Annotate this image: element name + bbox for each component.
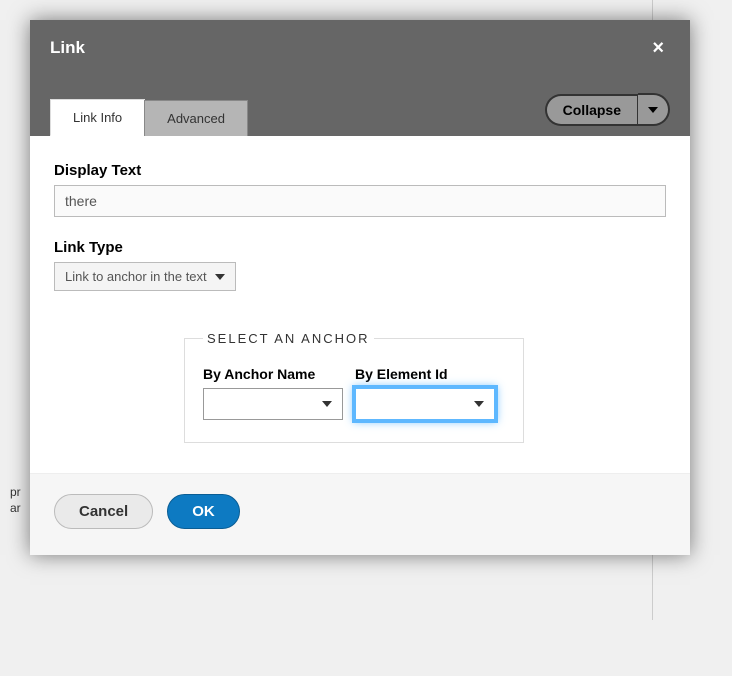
dialog-footer: Cancel OK — [30, 473, 690, 555]
link-type-label: Link Type — [54, 239, 666, 256]
chevron-down-icon — [215, 274, 225, 280]
anchor-legend: Select an anchor — [203, 331, 374, 346]
ok-button[interactable]: OK — [167, 494, 240, 529]
cancel-button[interactable]: Cancel — [54, 494, 153, 529]
anchor-id-select[interactable] — [355, 388, 495, 420]
collapse-dropdown-toggle[interactable] — [638, 93, 670, 126]
dialog-header: Link × — [30, 20, 690, 76]
tab-bar: Link Info Advanced Collapse — [30, 76, 690, 136]
link-type-value: Link to anchor in the text — [65, 269, 207, 284]
chevron-down-icon — [322, 401, 332, 407]
anchor-row: By Anchor Name By Element Id — [203, 366, 505, 420]
link-dialog: Link × Link Info Advanced Collapse Displ… — [30, 20, 690, 555]
background-text-snippet: pr ar — [10, 485, 21, 516]
anchor-id-label: By Element Id — [355, 366, 495, 382]
chevron-down-icon — [648, 107, 658, 113]
dialog-body: Display Text Link Type Link to anchor in… — [30, 136, 690, 473]
dialog-title: Link — [50, 38, 85, 58]
anchor-id-column: By Element Id — [355, 366, 495, 420]
anchor-name-select[interactable] — [203, 388, 343, 420]
display-text-label: Display Text — [54, 162, 666, 179]
tab-advanced[interactable]: Advanced — [144, 100, 248, 136]
chevron-down-icon — [474, 401, 484, 407]
tabs: Link Info Advanced — [50, 99, 247, 136]
collapse-button[interactable]: Collapse — [545, 94, 638, 126]
anchor-name-label: By Anchor Name — [203, 366, 343, 382]
link-type-select[interactable]: Link to anchor in the text — [54, 262, 236, 291]
anchor-fieldset: Select an anchor By Anchor Name By Eleme… — [184, 331, 524, 443]
tab-link-info[interactable]: Link Info — [50, 99, 145, 136]
display-text-input[interactable] — [54, 185, 666, 217]
collapse-button-group: Collapse — [545, 93, 670, 126]
anchor-name-column: By Anchor Name — [203, 366, 343, 420]
close-icon[interactable]: × — [646, 33, 670, 64]
